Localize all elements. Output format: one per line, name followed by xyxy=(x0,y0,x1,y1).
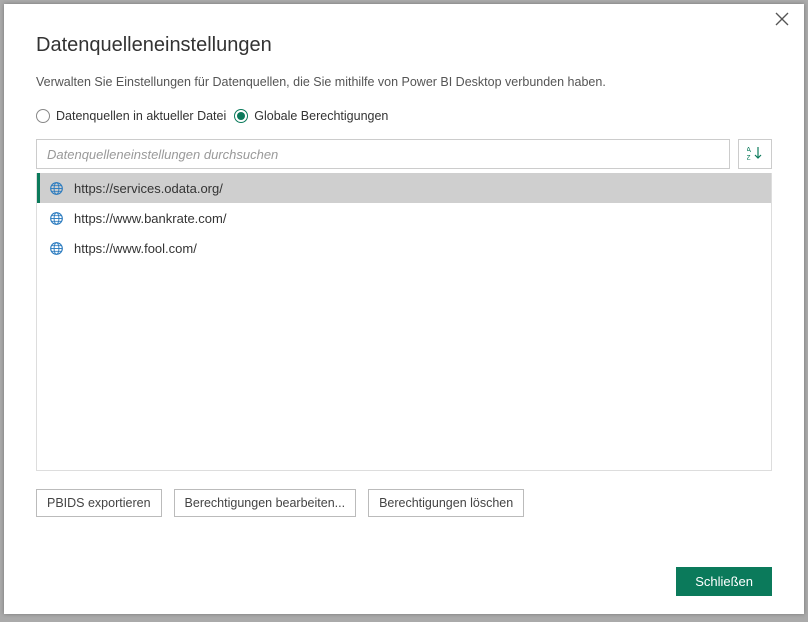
radio-global-permissions[interactable]: Globale Berechtigungen xyxy=(234,109,388,123)
clear-permissions-button[interactable]: Berechtigungen löschen xyxy=(368,489,524,517)
action-row: PBIDS exportieren Berechtigungen bearbei… xyxy=(36,489,772,517)
radio-current-file[interactable]: Datenquellen in aktueller Datei xyxy=(36,109,226,123)
scope-radio-group: Datenquellen in aktueller Datei Globale … xyxy=(36,109,772,123)
sort-button[interactable]: A Z xyxy=(738,139,772,169)
dialog-content: Datenquelleneinstellungen Verwalten Sie … xyxy=(4,4,804,533)
radio-icon xyxy=(36,109,50,123)
search-input[interactable] xyxy=(36,139,730,169)
dialog-title: Datenquelleneinstellungen xyxy=(36,34,772,57)
data-source-list: https://services.odata.org/ https://www.… xyxy=(36,173,772,471)
globe-icon xyxy=(49,181,64,196)
sort-az-icon: A Z xyxy=(747,145,763,164)
radio-icon xyxy=(234,109,248,123)
radio-label: Globale Berechtigungen xyxy=(254,109,388,123)
export-pbids-button[interactable]: PBIDS exportieren xyxy=(36,489,162,517)
close-button[interactable] xyxy=(768,6,796,34)
globe-icon xyxy=(49,241,64,256)
dialog-footer: Schließen xyxy=(676,567,772,596)
list-item[interactable]: https://www.bankrate.com/ xyxy=(37,203,771,233)
titlebar xyxy=(4,4,804,36)
list-item-label: https://services.odata.org/ xyxy=(74,181,223,196)
svg-text:Z: Z xyxy=(747,153,751,161)
list-item[interactable]: https://www.fool.com/ xyxy=(37,233,771,263)
edit-permissions-button[interactable]: Berechtigungen bearbeiten... xyxy=(174,489,357,517)
close-icon xyxy=(775,12,789,29)
list-item-label: https://www.bankrate.com/ xyxy=(74,211,226,226)
close-dialog-button[interactable]: Schließen xyxy=(676,567,772,596)
list-item[interactable]: https://services.odata.org/ xyxy=(37,173,771,203)
list-item-label: https://www.fool.com/ xyxy=(74,241,197,256)
radio-label: Datenquellen in aktueller Datei xyxy=(56,109,226,123)
search-row: A Z xyxy=(36,139,772,169)
dialog-subtitle: Verwalten Sie Einstellungen für Datenque… xyxy=(36,75,772,89)
data-source-settings-dialog: Datenquelleneinstellungen Verwalten Sie … xyxy=(4,4,804,614)
globe-icon xyxy=(49,211,64,226)
